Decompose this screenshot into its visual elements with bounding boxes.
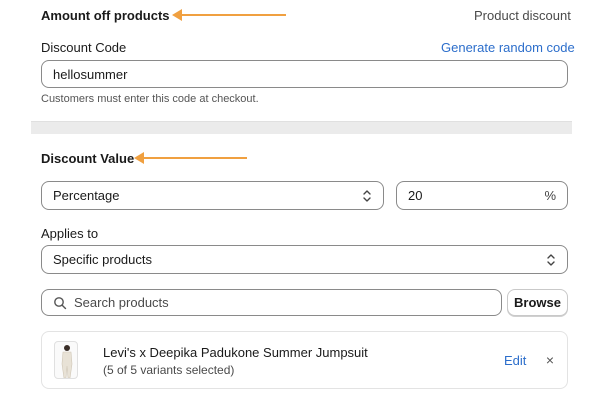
applies-to-value: Specific products (53, 252, 152, 267)
close-icon[interactable]: × (542, 352, 558, 368)
product-variants: (5 of 5 variants selected) (103, 363, 235, 377)
discount-code-value: hellosummer (53, 66, 128, 82)
arrow-annotation-icon (172, 9, 286, 21)
search-placeholder: Search products (74, 295, 169, 310)
arrow-annotation-icon (134, 152, 247, 164)
discount-code-input[interactable]: hellosummer (41, 60, 568, 88)
edit-product-link[interactable]: Edit (504, 353, 526, 368)
percent-suffix: % (544, 188, 556, 203)
product-thumbnail (54, 341, 78, 379)
section-title-discount-value: Discount Value (41, 151, 135, 166)
selector-icon (363, 189, 371, 202)
selector-icon (547, 253, 555, 266)
discount-type-value: Percentage (53, 188, 120, 203)
selected-product-row: Levi's x Deepika Padukone Summer Jumpsui… (41, 331, 568, 389)
browse-button[interactable]: Browse (507, 289, 568, 316)
discount-code-label: Discount Code (41, 40, 127, 55)
search-products-input[interactable]: Search products (41, 289, 502, 316)
section-divider (31, 121, 572, 134)
search-icon (54, 296, 67, 309)
product-name: Levi's x Deepika Padukone Summer Jumpsui… (103, 345, 368, 360)
discount-code-help: Customers must enter this code at checko… (41, 93, 259, 105)
discount-amount-input[interactable]: 20 % (396, 181, 568, 210)
discount-type-select[interactable]: Percentage (41, 181, 384, 210)
discount-type-label: Product discount (474, 8, 571, 23)
applies-to-label: Applies to (41, 226, 99, 241)
applies-to-select[interactable]: Specific products (41, 245, 568, 274)
section-title-amount-off: Amount off products (41, 8, 170, 23)
discount-amount-value: 20 (408, 188, 423, 203)
generate-random-code-link[interactable]: Generate random code (441, 40, 575, 55)
